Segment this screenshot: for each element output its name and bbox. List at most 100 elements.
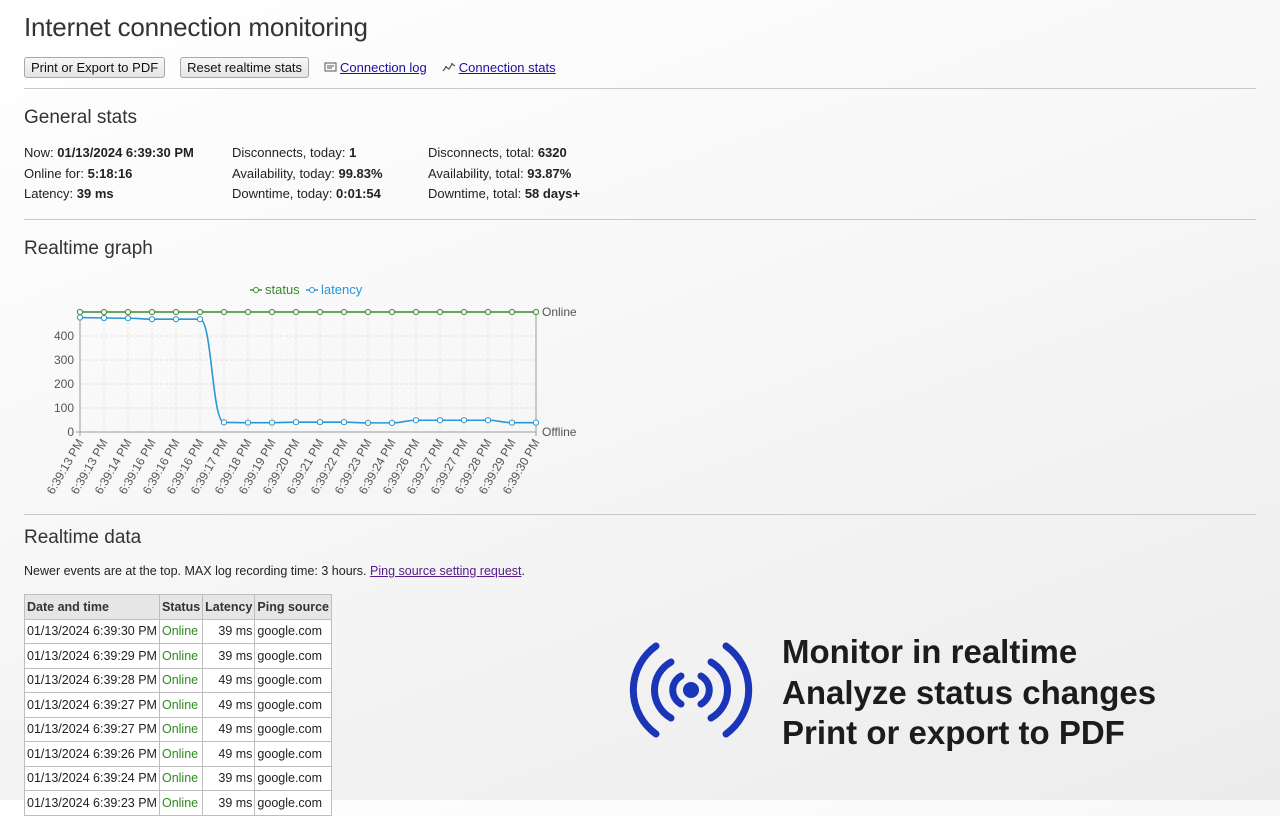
cell-status: Online: [158, 741, 204, 767]
cell-datetime: 01/13/2024 6:39:23 PM: [24, 790, 160, 816]
column-header: Date and time: [24, 594, 160, 620]
data-point-status: [460, 308, 468, 316]
cell-latency: 39 ms: [202, 765, 256, 791]
data-point-latency: [388, 419, 396, 426]
stats-column-today: Disconnects, today: 1 Availability, toda…: [232, 143, 383, 205]
cell-status: Online: [158, 643, 204, 669]
stat-downtime-total: Downtime, total: 58 days+: [428, 186, 581, 201]
stats-column-total: Disconnects, total: 6320 Availability, t…: [428, 143, 580, 205]
y-tick-label: 400: [54, 329, 74, 343]
data-point-status: [148, 308, 156, 316]
legend-label: latency: [321, 282, 363, 297]
table-row: 01/13/2024 6:39:27 PM Online 49 ms google.c…: [24, 692, 332, 718]
ping-source-link[interactable]: Ping source setting request: [370, 564, 521, 578]
data-point-status: [100, 308, 108, 316]
stat-latency: Latency: 39 ms: [24, 186, 114, 201]
data-point-status: [244, 308, 252, 316]
data-point-status: [436, 308, 444, 316]
data-point-latency: [436, 417, 444, 424]
toolbar: Print or Export to PDF Reset realtime st…: [24, 56, 571, 78]
broadcast-signal-icon: [629, 642, 753, 738]
series-line-latency: [79, 316, 536, 424]
data-point-latency: [76, 314, 84, 321]
y-tick-label: 100: [54, 401, 74, 415]
divider: [24, 219, 1256, 220]
data-point-latency: [196, 316, 204, 323]
table-row: 01/13/2024 6:39:30 PM Online 39 ms google.c…: [24, 618, 332, 644]
stat-now: Now: 01/13/2024 6:39:30 PM: [24, 145, 194, 160]
cell-latency: 49 ms: [202, 667, 256, 693]
cell-status: Online: [158, 765, 204, 791]
promo-line: Monitor in realtime: [782, 633, 1078, 670]
data-point-status: [412, 308, 420, 316]
promo-banner: Monitor in realtime Analyze status chang…: [626, 632, 1266, 752]
legend-label: status: [265, 282, 300, 297]
column-header: Status: [158, 594, 204, 620]
cell-ping-source: google.com: [254, 692, 332, 718]
data-point-status: [364, 308, 372, 316]
stat-downtime-today: Downtime, today: 0:01:54: [232, 186, 381, 201]
connection-stats-label: Connection stats: [458, 59, 556, 75]
divider: [24, 514, 1256, 515]
data-point-latency: [508, 419, 516, 426]
column-header: Latency: [202, 594, 256, 620]
log-icon: [324, 62, 337, 72]
y2-tick-label: Online: [542, 305, 577, 319]
cell-datetime: 01/13/2024 6:39:24 PM: [24, 765, 160, 791]
y-tick-label: 300: [54, 353, 74, 367]
data-point-status: [172, 308, 180, 316]
realtime-data-table: Date and time Status Latency Ping source 01…: [24, 594, 332, 816]
connection-log-label: Connection log: [340, 59, 427, 75]
data-point-latency: [340, 419, 348, 426]
y2-tick-label: Offline: [542, 425, 577, 439]
cell-ping-source: google.com: [254, 643, 332, 669]
data-point-status: [388, 308, 396, 316]
connection-stats-link[interactable]: Connection stats: [442, 60, 556, 75]
table-row: 01/13/2024 6:39:28 PM Online 49 ms google.c…: [24, 667, 332, 693]
divider: [24, 88, 1256, 89]
cell-latency: 49 ms: [202, 716, 256, 742]
page-title: Internet connection monitoring: [24, 12, 368, 42]
cell-latency: 39 ms: [202, 618, 256, 644]
table-row: 01/13/2024 6:39:26 PM Online 49 ms google.c…: [24, 741, 332, 767]
cell-latency: 39 ms: [202, 643, 256, 669]
stats-column-current: Now: 01/13/2024 6:39:30 PM Online for: 5…: [24, 143, 194, 205]
promo-line: Analyze status changes: [782, 673, 1157, 711]
realtime-data-note: Newer events are at the top. MAX log rec…: [24, 564, 525, 578]
data-point-latency: [100, 314, 108, 322]
table-row: 01/13/2024 6:39:24 PM Online 39 ms google.c…: [24, 765, 332, 791]
cell-datetime: 01/13/2024 6:39:27 PM: [24, 692, 160, 718]
stat-disconnects-today: Disconnects, today: 1: [232, 145, 357, 160]
table-row: 01/13/2024 6:39:23 PM Online 39 ms google.c…: [24, 790, 332, 816]
table-row: 01/13/2024 6:39:29 PM Online 39 ms google.c…: [24, 643, 332, 669]
cell-ping-source: google.com: [254, 716, 332, 742]
data-point-status: [484, 308, 492, 316]
cell-latency: 49 ms: [202, 741, 256, 767]
cell-datetime: 01/13/2024 6:39:29 PM: [24, 643, 160, 669]
data-point-latency: [460, 417, 468, 424]
cell-datetime: 01/13/2024 6:39:26 PM: [24, 741, 160, 767]
column-header: Ping source: [254, 594, 332, 620]
data-point-latency: [412, 417, 420, 424]
print-export-button[interactable]: Print or Export to PDF: [24, 56, 166, 78]
connection-log-link[interactable]: Connection log: [324, 60, 427, 75]
cell-ping-source: google.com: [254, 667, 332, 693]
cell-latency: 39 ms: [202, 790, 256, 816]
stats-icon: [442, 63, 456, 72]
data-point-latency: [268, 419, 276, 426]
cell-ping-source: google.com: [254, 765, 332, 791]
promo-line: Print or export to PDF: [782, 714, 1125, 751]
cell-status: Online: [158, 790, 204, 816]
promo-text: Monitor in realtime Analyze status chang…: [782, 632, 1156, 754]
cell-status: Online: [158, 618, 204, 644]
data-point-latency: [364, 419, 372, 426]
data-point-latency: [292, 419, 300, 426]
legend-marker: [309, 287, 315, 293]
cell-status: Online: [158, 692, 204, 718]
data-point-latency: [220, 419, 228, 426]
realtime-graph: 0100200300400OfflineOnline6:39:13 PM6:39…: [44, 282, 577, 497]
data-point-latency: [316, 419, 324, 426]
realtime-data-title: Realtime data: [24, 527, 142, 548]
reset-stats-button[interactable]: Reset realtime stats: [180, 56, 310, 78]
cell-ping-source: google.com: [254, 741, 332, 767]
